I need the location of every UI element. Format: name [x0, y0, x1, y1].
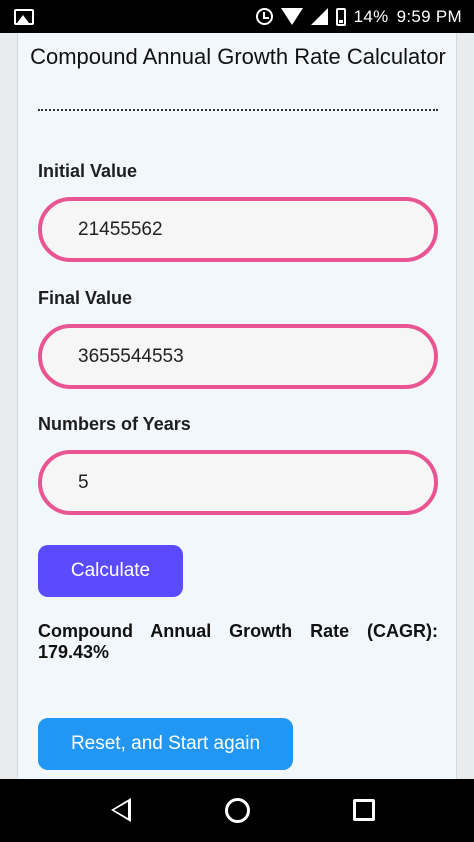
initial-value-input[interactable]: [38, 197, 438, 262]
result-label: Compound Annual Growth Rate (CAGR):: [38, 621, 438, 641]
clock: 9:59 PM: [396, 6, 462, 26]
result-text: Compound Annual Growth Rate (CAGR): 179.…: [38, 621, 438, 663]
calculator-card: Compound Annual Growth Rate Calculator I…: [17, 33, 457, 779]
gallery-icon: [14, 8, 34, 25]
alarm-icon: [255, 8, 273, 25]
page-title: Compound Annual Growth Rate Calculator: [30, 44, 446, 69]
home-icon[interactable]: [225, 798, 250, 823]
signal-icon: [310, 8, 328, 25]
navigation-bar: [0, 779, 474, 842]
title-divider: [38, 109, 438, 111]
recents-icon[interactable]: [353, 799, 375, 821]
status-right: 14% 9:59 PM: [255, 6, 462, 27]
final-value-label: Final Value: [38, 288, 133, 308]
initial-value-label: Initial Value: [38, 161, 138, 181]
years-input[interactable]: [38, 450, 438, 515]
years-label: Numbers of Years: [38, 414, 191, 434]
status-left: [14, 8, 34, 25]
calculate-button[interactable]: Calculate: [38, 545, 183, 597]
app-screen: Compound Annual Growth Rate Calculator I…: [0, 33, 474, 779]
status-bar: 14% 9:59 PM: [0, 0, 474, 33]
battery-icon: [335, 7, 346, 26]
reset-button[interactable]: Reset, and Start again: [38, 718, 293, 770]
result-value: 179.43%: [38, 642, 110, 662]
final-value-input[interactable]: [38, 324, 438, 389]
battery-percent: 14%: [353, 6, 389, 26]
back-icon[interactable]: [111, 798, 131, 822]
wifi-icon: [280, 8, 303, 25]
